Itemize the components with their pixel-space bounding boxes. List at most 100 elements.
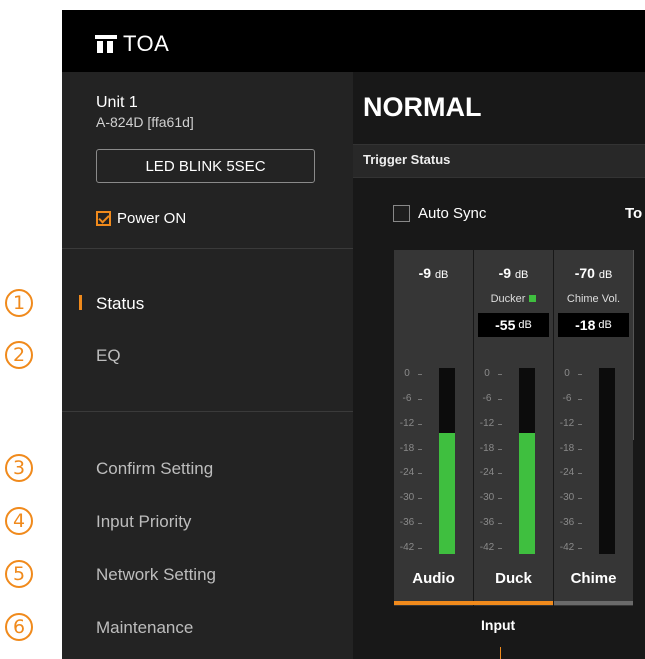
scale-tick [578, 448, 582, 450]
scale-tick [418, 548, 422, 549]
unit-name: Unit 1 [96, 94, 138, 111]
scale-tick [498, 448, 502, 450]
scale-label: -42 [559, 542, 575, 553]
scale-tick [578, 423, 582, 425]
unit-model: A-824D [ffa61d] [96, 114, 194, 130]
scale-label: -30 [479, 492, 495, 504]
power-on-label: Power ON [117, 210, 187, 227]
scale-label: -12 [479, 417, 495, 429]
scale-label: -36 [559, 517, 575, 529]
scale-tick [498, 523, 502, 525]
scale-tick [418, 498, 422, 500]
callout-3: 3 [5, 454, 33, 482]
level-readout: -70 dB [574, 265, 613, 281]
scale-label: -6 [562, 392, 572, 404]
scale-label: -6 [482, 392, 492, 404]
level-meter [439, 368, 455, 554]
ducker-label: Ducker [474, 293, 553, 305]
meter-fill [519, 432, 535, 554]
channel-name: Audio [412, 570, 455, 587]
scale-label: -18 [399, 442, 415, 454]
input-group-underline [394, 601, 553, 605]
scale-label: 0 [484, 368, 490, 379]
scale-label: 0 [564, 368, 570, 379]
scale-label: -36 [399, 517, 415, 529]
scale-tick [498, 498, 502, 500]
nav-item-maintenance[interactable]: Maintenance [96, 618, 193, 638]
toa-logo: TOA [95, 31, 169, 57]
scale-tick [418, 523, 422, 525]
connector-line [500, 647, 501, 659]
nav-item-input-priority[interactable]: Input Priority [96, 512, 191, 532]
scale-label: -30 [399, 492, 415, 504]
scale-tick [578, 498, 582, 500]
scale-label: -24 [399, 467, 415, 479]
level-meter [599, 368, 615, 554]
level-meter [519, 368, 535, 554]
scale-tick [498, 473, 502, 475]
scale-label: -24 [479, 467, 495, 479]
meter-fill [439, 432, 455, 554]
scale-tick [498, 374, 502, 375]
scale-tick [418, 374, 422, 375]
nav-item-eq[interactable]: EQ [96, 346, 121, 366]
callout-5: 5 [5, 560, 33, 588]
scale-label: -18 [559, 442, 575, 454]
scale-tick [578, 548, 582, 549]
gain-field[interactable]: -18 dB [558, 313, 629, 337]
to-label: To [625, 205, 643, 222]
channel-strip-duck: -9 dB Ducker -55 dB Duck 0 -6 -12 -18 -24 -30 -… [474, 250, 553, 606]
scale-tick [578, 523, 582, 525]
scale-label: -30 [559, 492, 575, 504]
callout-4: 4 [5, 507, 33, 535]
scale-label: -18 [479, 442, 495, 454]
checkbox-icon[interactable] [393, 205, 410, 222]
scale-label: -6 [402, 392, 412, 404]
divider [62, 248, 353, 249]
next-panel-edge [633, 250, 645, 440]
channel-strip-audio: -9 dB Audio 0 -6 -12 -18 -24 -30 -36 -42 [394, 250, 473, 606]
auto-sync-checkbox[interactable]: Auto Sync [393, 205, 486, 222]
nav-item-network-setting[interactable]: Network Setting [96, 565, 216, 585]
chime-underline [554, 601, 633, 605]
callout-1: 1 [5, 289, 33, 317]
power-on-checkbox[interactable]: Power ON [96, 210, 186, 227]
scale-tick [418, 398, 422, 400]
top-bar: TOA [62, 10, 645, 72]
channel-strip-chime: -70 dB Chime Vol. -18 dB Chime 0 -6 -12 -18 -… [554, 250, 633, 606]
scale-tick [498, 423, 502, 425]
ducker-indicator-icon [529, 295, 537, 302]
scale-label: -42 [479, 542, 495, 553]
gain-field[interactable]: -55 dB [478, 313, 549, 337]
nav-item-confirm-setting[interactable]: Confirm Setting [96, 459, 213, 479]
scale-label: 0 [404, 368, 410, 379]
scale-label: -36 [479, 517, 495, 529]
scale-label: -42 [399, 542, 415, 553]
trigger-status-label: Trigger Status [363, 152, 451, 167]
sidebar: Unit 1 A-824D [ffa61d] LED BLINK 5SEC Po… [62, 72, 353, 659]
trigger-status-bar: Trigger Status [353, 144, 645, 178]
chime-vol-label: Chime Vol. [566, 293, 621, 305]
level-readout: -9 dB [418, 265, 449, 281]
scale-label: -12 [399, 417, 415, 429]
channel-name: Duck [495, 570, 532, 587]
active-indicator [79, 295, 82, 310]
scale-tick [498, 398, 502, 400]
scale-tick [578, 473, 582, 475]
level-readout: -9 dB [498, 265, 529, 281]
mode-title: NORMAL [363, 92, 482, 122]
scale-label: -24 [559, 467, 575, 479]
scale-tick [418, 448, 422, 450]
callout-2: 2 [5, 341, 33, 369]
divider [62, 411, 353, 412]
scale-tick [498, 548, 502, 549]
scale-label: -12 [559, 417, 575, 429]
led-blink-button[interactable]: LED BLINK 5SEC [96, 149, 315, 183]
auto-sync-label: Auto Sync [418, 205, 487, 222]
scale-tick [578, 374, 582, 375]
nav-item-status[interactable]: Status [96, 294, 144, 314]
input-group-label: Input [481, 617, 516, 633]
checkbox-checked-icon[interactable] [96, 211, 111, 226]
scale-tick [418, 473, 422, 475]
brand-name: TOA [123, 31, 170, 56]
